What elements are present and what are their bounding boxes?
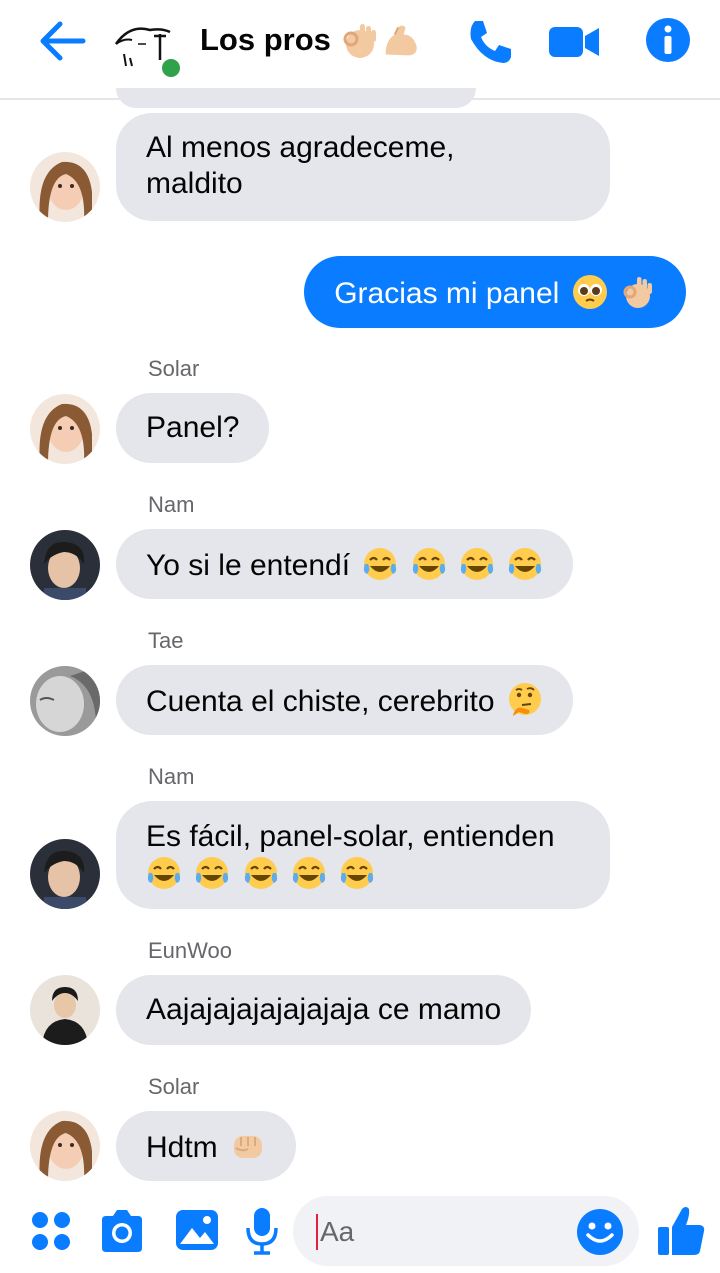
- fist-emoji: [234, 1136, 263, 1158]
- sender-name: Solar: [148, 1074, 200, 1099]
- info-icon[interactable]: [644, 16, 692, 64]
- message-bubble-5[interactable]: Cuenta el chiste, cerebrito: [116, 665, 573, 735]
- phone-icon[interactable]: [465, 17, 515, 67]
- video-camera-icon[interactable]: [547, 22, 603, 62]
- message-bubble-3[interactable]: Panel?: [116, 393, 270, 463]
- sender-name: Tae: [148, 628, 184, 653]
- camera-icon[interactable]: [98, 1208, 146, 1254]
- sender-name: Solar: [148, 356, 200, 381]
- message-bubble-7[interactable]: Aajajajajajajajaja ce mamo: [116, 975, 532, 1045]
- flexed-biceps-emoji: [385, 25, 417, 56]
- thinking-face-emoji: [508, 683, 541, 716]
- avatar-photo: [30, 394, 100, 464]
- message-input-placeholder: Aa: [320, 1216, 355, 1247]
- tears-of-joy-emoji: [364, 548, 397, 580]
- image-icon[interactable]: [174, 1208, 220, 1252]
- title-emojis: [340, 20, 420, 60]
- thumbs-up-icon[interactable]: [656, 1203, 706, 1257]
- message-bubble-8[interactable]: Hdtm: [116, 1111, 297, 1181]
- message-bubble-4[interactable]: Yo si le entendí: [116, 529, 574, 599]
- avatar-photo: [30, 839, 100, 909]
- message-text: Yo si le entendí: [146, 549, 351, 582]
- message-text: Cuenta el chiste, cerebrito: [146, 685, 495, 718]
- sender-name: Nam: [148, 492, 195, 517]
- solar-avatar[interactable]: [30, 1111, 100, 1181]
- nam-avatar[interactable]: [30, 530, 100, 600]
- menu-dots-icon[interactable]: [30, 1210, 72, 1252]
- back-arrow-icon[interactable]: [38, 20, 86, 62]
- previous-message-stub: [116, 88, 476, 108]
- online-indicator: [159, 56, 183, 80]
- avatar-photo: [30, 152, 100, 222]
- tears-of-joy-emoji: [509, 548, 542, 580]
- avatar-photo: [30, 666, 100, 736]
- message-text: Panel?: [146, 411, 240, 444]
- conversation-title[interactable]: Los pros: [200, 22, 331, 58]
- smiley-icon[interactable]: [575, 1207, 625, 1257]
- pleading-face-emoji: [572, 275, 607, 309]
- eunwoo-avatar[interactable]: [30, 975, 100, 1045]
- tears-of-joy-emoji: [244, 857, 277, 889]
- sender-name: Nam: [148, 764, 195, 789]
- message-bubble-2[interactable]: Gracias mi panel: [304, 256, 686, 328]
- ok-hand-emoji: [623, 277, 652, 308]
- tears-of-joy-emoji: [460, 548, 494, 580]
- solar-avatar[interactable]: [30, 394, 100, 464]
- avatar-photo: [30, 1111, 100, 1181]
- tears-of-joy-emoji: [341, 857, 374, 889]
- avatar-photo: [30, 530, 100, 600]
- nam-avatar[interactable]: [30, 839, 100, 909]
- tears-of-joy-emoji: [196, 857, 229, 889]
- message-text: Al menos agradeceme, maldito: [146, 131, 455, 200]
- sender-name: EunWoo: [148, 938, 232, 963]
- group-avatar[interactable]: [110, 14, 184, 80]
- microphone-icon[interactable]: [244, 1206, 280, 1256]
- solar-avatar[interactable]: [30, 152, 100, 222]
- chat-header: Los pros: [0, 0, 720, 100]
- tears-of-joy-emoji: [292, 857, 326, 889]
- avatar-photo: [30, 975, 100, 1045]
- message-bubble-1[interactable]: Al menos agradeceme, maldito: [116, 113, 610, 221]
- message-text: Aajajajajajajajaja ce mamo: [146, 993, 502, 1026]
- ok-hand-emoji: [343, 24, 376, 58]
- message-text: Es fácil, panel-solar, entienden: [146, 820, 555, 853]
- message-bubble-6[interactable]: Es fácil, panel-solar, entienden: [116, 801, 610, 909]
- message-text: Gracias mi panel: [334, 277, 560, 310]
- tears-of-joy-emoji: [412, 548, 445, 580]
- message-text: Hdtm: [146, 1131, 218, 1164]
- tae-avatar[interactable]: [30, 666, 100, 736]
- tears-of-joy-emoji: [147, 857, 181, 889]
- text-caret: [316, 1214, 318, 1250]
